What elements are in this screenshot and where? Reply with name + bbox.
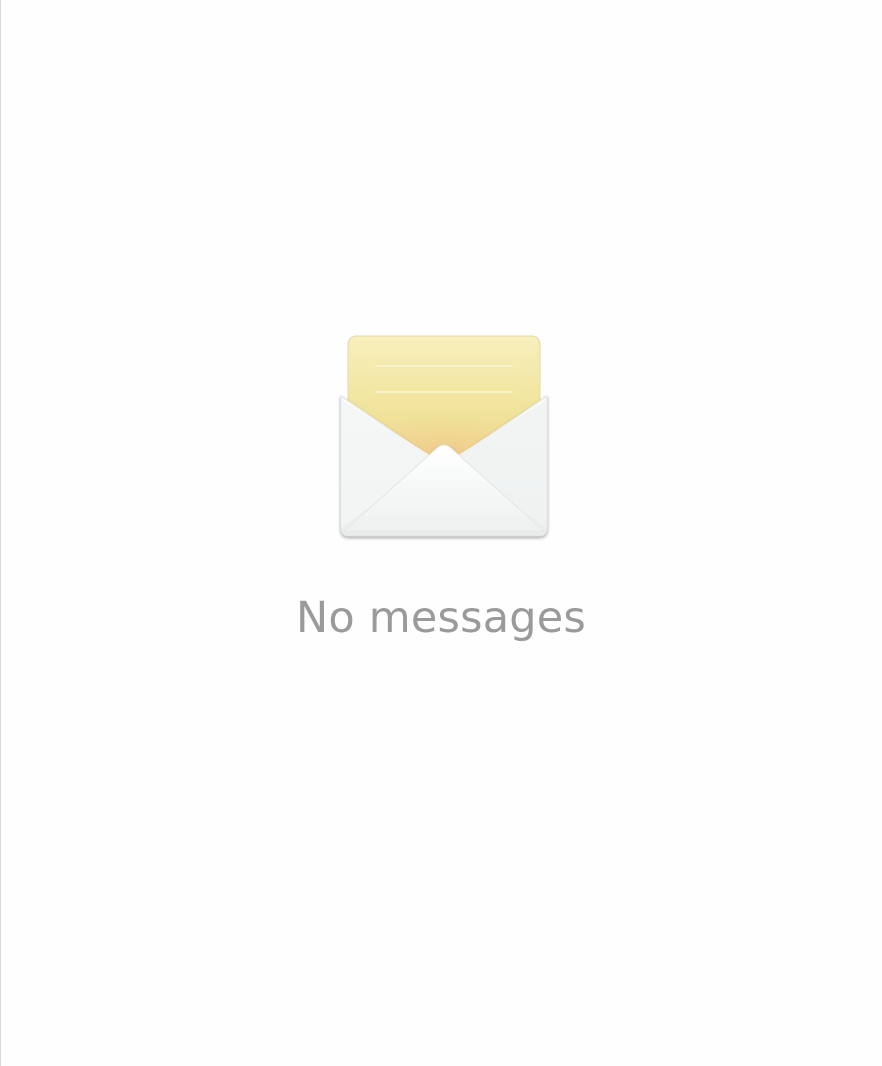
empty-inbox-state: No messages (0, 320, 882, 660)
open-envelope-icon (340, 335, 548, 537)
empty-inbox-message: No messages (296, 593, 586, 643)
